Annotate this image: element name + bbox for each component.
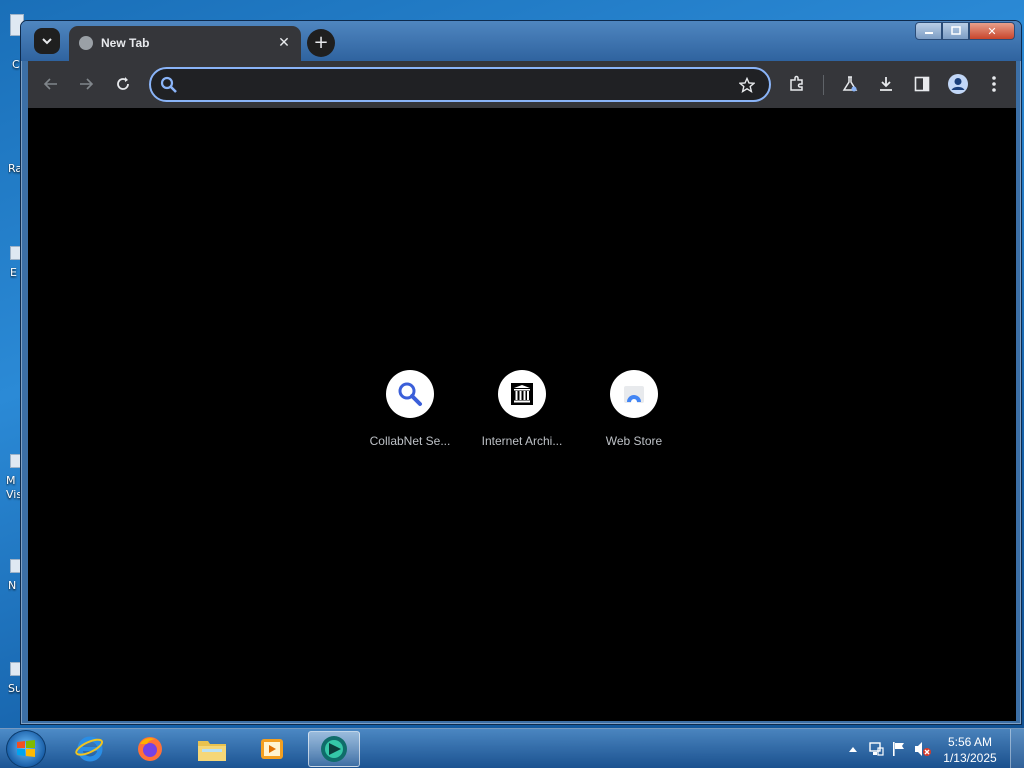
internet-explorer-icon bbox=[75, 736, 104, 762]
browser-toolbar bbox=[28, 61, 1016, 108]
shortcut-web-store[interactable]: Web Store bbox=[578, 370, 690, 448]
tab-search-button[interactable] bbox=[34, 28, 60, 54]
tab-close-button[interactable]: ✕ bbox=[275, 34, 293, 52]
toolbar-divider bbox=[823, 75, 824, 95]
chevron-down-icon bbox=[42, 38, 52, 45]
shortcut-label: Web Store bbox=[605, 434, 663, 448]
show-desktop-button[interactable] bbox=[1010, 729, 1024, 768]
taskbar-app-internet-explorer[interactable] bbox=[64, 731, 116, 767]
close-icon: ✕ bbox=[987, 24, 997, 38]
shortcut-tile bbox=[386, 370, 434, 418]
maximize-button[interactable] bbox=[942, 22, 969, 40]
minimize-button[interactable] bbox=[915, 22, 942, 40]
reload-icon bbox=[117, 77, 129, 90]
shortcut-label: Internet Archi... bbox=[481, 434, 563, 448]
taskbar-app-file-explorer[interactable] bbox=[186, 731, 238, 767]
firefox-icon bbox=[138, 737, 162, 761]
new-tab-button[interactable]: + bbox=[307, 29, 335, 57]
search-icon bbox=[398, 382, 422, 406]
back-button[interactable] bbox=[40, 73, 62, 95]
labs-button[interactable] bbox=[839, 73, 861, 95]
reload-button[interactable] bbox=[112, 73, 134, 95]
action-center-flag-icon[interactable] bbox=[891, 741, 907, 757]
side-panel-button[interactable] bbox=[911, 73, 933, 95]
kebab-menu-icon bbox=[992, 76, 996, 92]
shortcut-tile bbox=[498, 370, 546, 418]
avatar-icon bbox=[948, 74, 968, 94]
shortcut-label: CollabNet Se... bbox=[369, 434, 451, 448]
arrow-left-icon bbox=[43, 78, 57, 90]
shortcut-internet-archive[interactable]: Internet Archi... bbox=[466, 370, 578, 448]
downloads-button[interactable] bbox=[875, 73, 897, 95]
shortcut-collabnet[interactable]: CollabNet Se... bbox=[354, 370, 466, 448]
archive-icon bbox=[511, 383, 533, 405]
side-panel-icon bbox=[914, 76, 930, 92]
flask-icon bbox=[842, 76, 858, 92]
minimize-icon bbox=[924, 32, 933, 34]
profile-button[interactable] bbox=[947, 73, 969, 95]
taskbar-app-firefox[interactable] bbox=[124, 731, 176, 767]
close-window-button[interactable]: ✕ bbox=[969, 22, 1015, 40]
media-player-icon bbox=[261, 739, 283, 759]
windows-logo-icon bbox=[17, 740, 35, 757]
clock-time: 5:56 AM bbox=[947, 735, 993, 749]
search-icon bbox=[160, 76, 177, 93]
menu-button[interactable] bbox=[983, 73, 1005, 95]
star-icon[interactable] bbox=[739, 77, 755, 93]
extensions-button[interactable] bbox=[786, 73, 808, 95]
new-tab-page: CollabNet Se... Internet Archi... Web St… bbox=[28, 108, 1016, 721]
taskbar-app-media-player[interactable] bbox=[246, 731, 298, 767]
window-controls: ✕ bbox=[915, 22, 1015, 40]
forward-button[interactable] bbox=[75, 73, 97, 95]
restore-icon bbox=[950, 26, 961, 35]
globe-icon bbox=[79, 36, 93, 50]
puzzle-icon bbox=[790, 75, 803, 91]
webstore-icon bbox=[624, 386, 644, 405]
title-bar: New Tab ✕ + ✕ bbox=[21, 21, 1021, 61]
volume-muted-icon[interactable] bbox=[914, 741, 932, 757]
clock[interactable]: 5:56 AM 1/13/2025 bbox=[940, 734, 1000, 766]
browser-app-icon bbox=[321, 736, 347, 762]
taskbar: 5:56 AM 1/13/2025 bbox=[0, 728, 1024, 768]
folder-icon bbox=[198, 741, 226, 761]
download-icon bbox=[880, 77, 892, 91]
browser-window: New Tab ✕ + ✕ CollabNet Se... Internet A… bbox=[20, 20, 1022, 725]
clock-date: 1/13/2025 bbox=[943, 751, 997, 765]
address-input[interactable] bbox=[185, 75, 725, 95]
tab-title: New Tab bbox=[101, 36, 150, 50]
taskbar-app-browser[interactable] bbox=[308, 731, 360, 767]
tab-new-tab[interactable]: New Tab ✕ bbox=[69, 26, 301, 61]
tray-expand-icon[interactable] bbox=[848, 745, 858, 753]
arrow-right-icon bbox=[80, 78, 94, 90]
shortcut-tile bbox=[610, 370, 658, 418]
address-bar[interactable] bbox=[149, 67, 771, 102]
start-button[interactable] bbox=[6, 730, 46, 768]
network-icon[interactable] bbox=[868, 741, 884, 757]
